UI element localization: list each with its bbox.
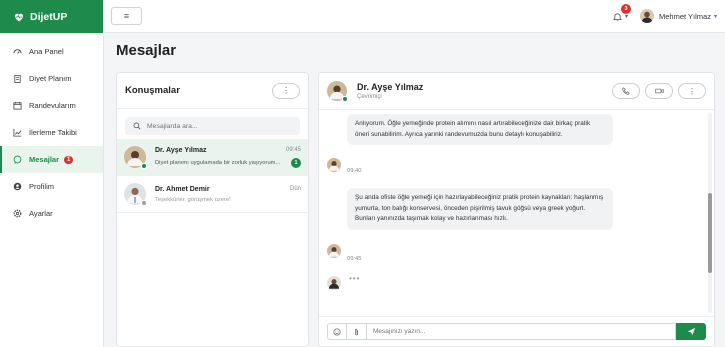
chat-contact-name: Dr. Ayşe Yılmaz: [357, 82, 424, 92]
user-name[interactable]: Mehmet Yılmaz: [659, 12, 711, 21]
conversation-preview: Teşekkürler, görüşmek üzere!: [155, 196, 231, 203]
topbar: ≡ ▾ 3 Mehmet Yılmaz ▾: [104, 0, 725, 33]
smile-icon: [333, 327, 341, 336]
sidebar-item-diet-plan[interactable]: Diyet Planım: [0, 65, 103, 92]
search-icon: [133, 122, 141, 130]
scrollbar-thumb[interactable]: [708, 193, 712, 273]
bell-icon: [613, 12, 622, 21]
brand-name: DijetUP: [30, 10, 68, 23]
notifications-button[interactable]: ▾ 3: [613, 3, 631, 21]
chevron-down-icon: ▾: [625, 13, 629, 20]
chat-icon: [12, 155, 22, 165]
avatar: [124, 183, 147, 206]
chat-contact-status: Çevrimiçi: [357, 94, 382, 100]
online-status-dot: [342, 96, 348, 102]
menu-toggle-button[interactable]: ≡: [111, 7, 142, 25]
sidebar-item-label: Mesajlar: [29, 155, 60, 164]
hamburger-icon: ≡: [123, 11, 130, 21]
chat-more-button[interactable]: ⋮: [678, 83, 706, 99]
message-bubble: Anlıyorum. Öğle yemeğinde protein alımın…: [347, 114, 613, 145]
video-icon: [654, 88, 664, 94]
clipboard-icon: [12, 74, 22, 84]
typing-indicator: •••: [349, 274, 361, 283]
sidebar-item-appointments[interactable]: Randevularım: [0, 92, 103, 119]
offline-status-dot: [141, 200, 147, 206]
conversations-title: Konuşmalar: [125, 85, 180, 96]
conversation-time: Dün: [289, 186, 301, 192]
brand-logo[interactable]: DijetUP: [0, 0, 103, 33]
message-time: 09:45: [347, 256, 362, 262]
video-call-button[interactable]: [645, 83, 673, 99]
avatar: [327, 244, 341, 258]
sidebar: DijetUP Ana Panel Diyet Planım Randevula…: [0, 0, 104, 347]
scrollbar[interactable]: [708, 113, 712, 313]
sidebar-item-profile[interactable]: Profilim: [0, 173, 103, 200]
conversation-name: Dr. Ahmet Demir: [155, 185, 210, 193]
avatar: [327, 276, 341, 290]
sidebar-nav: Ana Panel Diyet Planım Randevularım İler…: [0, 33, 103, 227]
message-bubble: Şu anda ofiste öğle yemeği için hazırlay…: [347, 188, 613, 230]
conversations-more-button[interactable]: ⋮: [272, 82, 300, 99]
chat-header: Dr. Ayşe Yılmaz Çevrimiçi ⋮: [319, 73, 714, 110]
conversation-item[interactable]: Dr. Ahmet Demir Dün Teşekkürler, görüşme…: [117, 176, 308, 213]
search-input[interactable]: [147, 122, 287, 130]
send-button[interactable]: [676, 323, 706, 340]
message-time: 09:40: [347, 168, 362, 174]
calendar-icon: [12, 101, 22, 111]
message-list: Anlıyorum. Öğle yemeğinde protein alımın…: [319, 110, 706, 316]
sidebar-item-label: Randevularım: [29, 101, 76, 110]
sidebar-item-label: İlerleme Takibi: [29, 128, 77, 137]
voice-call-button[interactable]: [612, 83, 640, 99]
unread-badge: 1: [291, 157, 301, 168]
sidebar-item-label: Profilim: [29, 182, 55, 191]
sidebar-item-dashboard[interactable]: Ana Panel: [0, 38, 103, 65]
more-vertical-icon: ⋮: [282, 86, 290, 95]
chevron-down-icon[interactable]: ▾: [714, 13, 717, 20]
message-input[interactable]: [367, 323, 676, 340]
more-vertical-icon: ⋮: [688, 86, 696, 96]
conversation-name: Dr. Ayşe Yılmaz: [155, 146, 207, 154]
page-title: Mesajlar: [116, 42, 177, 59]
phone-icon: [622, 87, 630, 95]
avatar: [327, 158, 341, 172]
sidebar-item-messages[interactable]: Mesajlar 1: [0, 146, 103, 173]
topbar-right: ▾ 3 Mehmet Yılmaz ▾: [613, 3, 725, 23]
sidebar-item-progress[interactable]: İlerleme Takibi: [0, 119, 103, 146]
sidebar-item-label: Ana Panel: [29, 47, 64, 56]
conversations-panel: Konuşmalar ⋮ Dr. Ayşe Yılmaz 09:45 Diyet…: [116, 72, 309, 347]
paperclip-icon: [354, 328, 359, 335]
conversation-time: 09:45: [285, 147, 301, 153]
user-icon: [12, 182, 22, 192]
notification-badge: 3: [621, 3, 631, 14]
heart-icon: [15, 13, 23, 21]
send-icon: [687, 327, 695, 336]
chat-panel: Dr. Ayşe Yılmaz Çevrimiçi ⋮ Anlıyorum. Ö…: [318, 72, 715, 347]
gear-icon: [12, 209, 22, 219]
chat-actions: ⋮: [612, 83, 706, 99]
sidebar-item-settings[interactable]: Ayarlar: [0, 200, 103, 227]
avatar: [327, 81, 348, 102]
dashboard-icon: [12, 47, 22, 57]
attach-button[interactable]: [347, 323, 367, 340]
conversation-preview: Diyet planımı uygulamada bir zorluk yaşı…: [155, 159, 281, 166]
conversations-header: Konuşmalar ⋮: [117, 73, 308, 109]
search-box: [125, 117, 300, 135]
avatar: [124, 146, 147, 169]
conversation-item[interactable]: Dr. Ayşe Yılmaz 09:45 Diyet planımı uygu…: [117, 139, 308, 176]
chart-line-icon: [12, 128, 22, 138]
emoji-button[interactable]: [327, 323, 347, 340]
message-composer: [319, 316, 714, 346]
avatar[interactable]: [640, 9, 655, 23]
online-status-dot: [141, 163, 147, 169]
sidebar-item-label: Ayarlar: [29, 209, 53, 218]
unread-badge: 1: [64, 155, 74, 164]
sidebar-item-label: Diyet Planım: [29, 74, 72, 83]
